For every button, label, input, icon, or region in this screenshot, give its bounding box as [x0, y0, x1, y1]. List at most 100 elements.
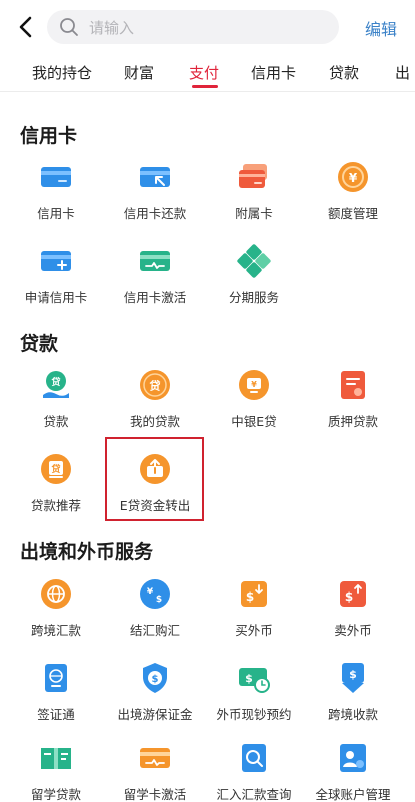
cross-border-receive-icon: $: [342, 663, 364, 693]
grid-item-label: 中银E贷: [231, 414, 277, 429]
grid-item-visa[interactable]: 签证通: [5, 661, 107, 723]
cash-reservation-icon: $: [239, 668, 270, 693]
grid-item-label: 跨境汇款: [30, 623, 81, 638]
grid-item-e-loan[interactable]: ¥ 中银E贷: [203, 368, 305, 430]
grid-item-cross-border-remit[interactable]: 跨境汇款: [5, 577, 107, 639]
e-loan-icon: ¥: [239, 370, 269, 400]
installment-icon: [237, 244, 271, 278]
study-card-activate-icon: [140, 748, 170, 768]
grid-item-cross-border-receive[interactable]: $ 跨境收款: [302, 661, 404, 723]
grid-item-label: 结汇购汇: [129, 623, 180, 638]
tab-wealth[interactable]: 财富: [124, 62, 154, 83]
grid-item-label: 贷款推荐: [30, 498, 81, 513]
grid-item-study-loan[interactable]: 留学贷款: [5, 741, 107, 802]
grid-item-my-loan[interactable]: 贷 我的贷款: [104, 368, 206, 430]
sell-foreign-currency-icon: $: [340, 581, 366, 607]
grid-item-loan-recommend[interactable]: 贷 贷款推荐: [5, 452, 107, 514]
svg-text:¥: ¥: [349, 171, 358, 185]
global-account-icon: [340, 744, 366, 772]
grid-item-label: 留学贷款: [30, 787, 81, 802]
svg-text:$: $: [246, 590, 254, 604]
grid-item-label: 跨境收款: [327, 707, 378, 722]
grid-item-study-card-activate[interactable]: 留学卡激活: [104, 741, 206, 802]
grid-item-label: 信用卡激活: [123, 290, 187, 305]
svg-text:贷: 贷: [51, 463, 60, 475]
grid-item-label: 卖外币: [334, 623, 372, 638]
grid-item-loan[interactable]: 贷 贷款: [5, 368, 107, 430]
pledge-loan-icon: [341, 371, 365, 399]
grid-item-label: 签证通: [37, 707, 75, 722]
section-title-loan: 贷款: [20, 333, 59, 355]
loan-recommend-icon: 贷: [41, 454, 71, 484]
grid-item-travel-deposit[interactable]: $ 出境游保证金: [104, 661, 206, 723]
section-title-credit-card: 信用卡: [20, 125, 78, 147]
study-loan-icon: [41, 748, 71, 769]
tab-credit-card[interactable]: 信用卡: [251, 62, 296, 83]
back-arrow-icon[interactable]: [14, 13, 38, 41]
grid-item-cash-reservation[interactable]: $ 外币现钞预约: [203, 661, 305, 723]
credit-card-icon: [41, 167, 71, 187]
credit-limit-icon: ¥: [338, 162, 368, 192]
grid-item-activate-card[interactable]: 信用卡激活: [104, 244, 206, 306]
edit-button[interactable]: 编辑: [365, 16, 397, 40]
tab-my-holdings[interactable]: 我的持仓: [32, 62, 92, 83]
grid-item-label: 全球账户管理: [315, 787, 391, 802]
svg-text:$: $: [152, 674, 159, 685]
grid-item-inward-remit-query[interactable]: 汇入汇款查询: [203, 741, 305, 802]
grid-item-sell-foreign-currency[interactable]: $ 卖外币: [302, 577, 404, 639]
top-bar: 请输入 编辑: [0, 0, 415, 54]
grid-item-supplementary-card[interactable]: 附属卡: [203, 160, 305, 222]
my-loan-icon: 贷: [140, 370, 170, 400]
inward-remit-query-icon: [242, 744, 266, 772]
currency-exchange-icon: ¥ $: [140, 579, 170, 609]
highlight-box: [105, 437, 204, 521]
active-tab-indicator: [192, 85, 218, 88]
grid-item-label: 附属卡: [235, 206, 273, 221]
grid-item-credit-limit[interactable]: ¥ 额度管理: [302, 160, 404, 222]
grid-item-label: 留学卡激活: [123, 787, 187, 802]
grid-item-label: 出境游保证金: [117, 707, 193, 722]
grid-item-label: 质押贷款: [327, 414, 378, 429]
grid-item-installment[interactable]: 分期服务: [203, 244, 305, 306]
svg-text:$: $: [345, 590, 353, 604]
cross-border-remit-icon: [41, 579, 71, 609]
svg-text:$: $: [156, 595, 162, 605]
grid-item-label: 贷款: [43, 414, 69, 429]
activate-card-icon: [140, 251, 170, 271]
search-icon: [60, 18, 78, 36]
svg-text:贷: 贷: [150, 379, 161, 393]
tab-overseas[interactable]: 出: [395, 62, 410, 83]
svg-text:¥: ¥: [251, 380, 257, 389]
card-repayment-icon: [140, 167, 170, 187]
grid-item-label: 申请信用卡: [24, 290, 88, 305]
grid-item-currency-exchange[interactable]: ¥ $ 结汇购汇: [104, 577, 206, 639]
svg-text:$: $: [245, 672, 253, 685]
grid-item-label: 我的贷款: [129, 414, 180, 429]
svg-text:¥: ¥: [147, 587, 154, 597]
grid-item-pledge-loan[interactable]: 质押贷款: [302, 368, 404, 430]
grid-item-label: 信用卡还款: [123, 206, 187, 221]
svg-text:$: $: [349, 668, 357, 681]
search-placeholder: 请输入: [89, 18, 135, 37]
section-title-cross-border: 出境和外币服务: [20, 541, 154, 563]
grid-item-label: 外币现钞预约: [216, 707, 292, 722]
grid-item-global-account[interactable]: 全球账户管理: [302, 741, 404, 802]
grid-item-card-repayment[interactable]: 信用卡还款: [104, 160, 206, 222]
visa-icon: [45, 664, 67, 692]
svg-text:贷: 贷: [51, 376, 60, 388]
supplementary-card-icon: [239, 164, 267, 188]
grid-item-apply-card[interactable]: 申请信用卡: [5, 244, 107, 306]
grid-item-label: 信用卡: [37, 206, 75, 221]
grid-item-label: 分期服务: [228, 290, 279, 305]
buy-foreign-currency-icon: $: [241, 581, 267, 607]
apply-card-icon: [41, 251, 71, 271]
grid-item-buy-foreign-currency[interactable]: $ 买外币: [203, 577, 305, 639]
tab-payment[interactable]: 支付: [189, 62, 219, 83]
search-bar[interactable]: 请输入: [47, 10, 339, 44]
grid-item-credit-card[interactable]: 信用卡: [5, 160, 107, 222]
tab-loan[interactable]: 贷款: [329, 62, 359, 83]
loan-icon: 贷: [43, 371, 69, 398]
grid-item-label: 额度管理: [327, 206, 378, 221]
grid-item-label: 汇入汇款查询: [216, 787, 292, 802]
travel-deposit-icon: $: [143, 663, 167, 693]
